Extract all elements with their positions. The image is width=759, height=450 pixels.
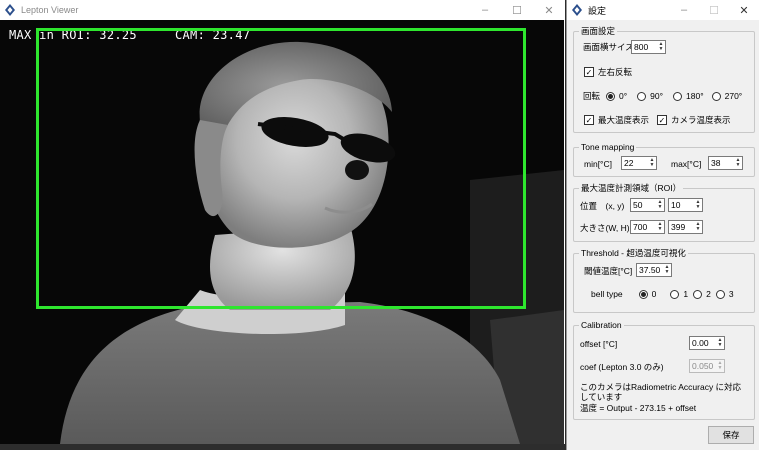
threshold-label: 閾値温度[°C] (584, 266, 633, 276)
bell-2-radio[interactable] (693, 289, 703, 299)
roi-pos-label: 位置 (x, y) (580, 201, 625, 211)
calibration-note-line2: しています (580, 392, 623, 402)
close-icon[interactable]: ✕ (729, 0, 759, 20)
threshold-spinbox[interactable]: 37.50 ▲ ▼ (636, 263, 672, 277)
threshold-group-title: Threshold - 超過温度可視化 (579, 248, 688, 259)
bell-0-label: 0 (651, 289, 657, 299)
settings-title: 設定 (588, 5, 607, 16)
minimize-icon[interactable]: – (669, 0, 699, 20)
settings-titlebar[interactable]: 設定 – ☐ ✕ (567, 0, 759, 20)
viewer-title: Lepton Viewer (21, 5, 79, 15)
show-cam-checkbox-row[interactable]: ✓ カメラ温度表示 (657, 114, 731, 126)
show-max-label: 最大温度表示 (598, 115, 650, 125)
rotation-label: 回転 (583, 91, 601, 101)
tone-min-label: min[°C] (584, 159, 612, 169)
minimize-icon[interactable]: – (469, 0, 501, 20)
rotation-180-label: 180° (686, 91, 704, 101)
tone-max-label: max[°C] (671, 159, 702, 169)
bell-type-row: bell type 0 1 2 3 (591, 289, 734, 299)
maximize-icon[interactable]: ☐ (699, 0, 729, 20)
width-spinbox[interactable]: 800 ▲ ▼ (631, 40, 666, 54)
bell-2-label: 2 (706, 289, 711, 299)
bell-type-label: bell type (591, 289, 623, 299)
calibration-formula: 温度 = Output - 273.15 + offset (580, 403, 697, 413)
bell-1-label: 1 (683, 289, 689, 299)
calibration-note-line1: このカメラはRadiometric Accuracy に対応 (580, 382, 742, 392)
flip-checkbox[interactable]: ✓ (584, 67, 594, 77)
settings-window: 設定 – ☐ ✕ 画面設定 画面横サイズ 800 ▲ ▼ ✓ 左右反転 回転 0°… (566, 0, 759, 450)
roi-group-title: 最大温度計測領域（ROI） (579, 183, 684, 194)
roi-x-spinbox[interactable]: 50 ▲ ▼ (630, 198, 665, 212)
roi-y-spinbox[interactable]: 10 ▲ ▼ (668, 198, 703, 212)
tone-min-spinbox[interactable]: 22 ▲ ▼ (621, 156, 657, 170)
roi-size-label: 大きさ(W, H) (580, 223, 630, 233)
tone-group-title: Tone mapping (579, 142, 637, 153)
display-group-title: 画面設定 (579, 26, 618, 37)
show-max-checkbox-row[interactable]: ✓ 最大温度表示 (584, 114, 649, 126)
bell-3-radio[interactable] (715, 289, 725, 299)
lepton-diamond-icon (572, 4, 582, 16)
coef-spinbox: 0.050 ▲ ▼ (689, 359, 725, 373)
roi-h-spinbox[interactable]: 399 ▲ ▼ (668, 220, 703, 234)
spin-arrows-icon[interactable]: ▲ ▼ (694, 221, 702, 233)
threshold-group: Threshold - 超過温度可視化 閾値温度[°C] 37.50 ▲ ▼ be… (573, 248, 755, 313)
rotation-180-radio[interactable] (673, 91, 683, 101)
viewer-titlebar[interactable]: Lepton Viewer – ☐ ✕ (0, 0, 565, 20)
lepton-viewer-window: Lepton Viewer – ☐ ✕ MAX in ROI: 32.25 CA… (0, 0, 565, 450)
spin-arrows-icon[interactable]: ▲ ▼ (663, 264, 671, 276)
save-button[interactable]: 保存 (708, 426, 754, 444)
thermal-camera-view[interactable]: MAX in ROI: 32.25 CAM: 23.47 (0, 20, 564, 444)
viewer-bottom-edge (0, 444, 565, 450)
rotation-row: 回転 0° 90° 180° 270° (583, 90, 742, 102)
roi-h-value: 399 (671, 222, 686, 232)
width-value: 800 (634, 42, 649, 52)
flip-checkbox-row[interactable]: ✓ 左右反転 (584, 66, 632, 78)
bell-0-radio[interactable] (638, 289, 648, 299)
spin-arrows-icon: ▲ ▼ (717, 360, 723, 371)
roi-w-value: 700 (633, 222, 648, 232)
rotation-270-radio[interactable] (711, 91, 721, 101)
spin-arrows-icon[interactable]: ▲ ▼ (648, 157, 656, 169)
tone-max-spinbox[interactable]: 38 ▲ ▼ (708, 156, 743, 170)
offset-label: offset [°C] (580, 339, 618, 349)
rotation-0-label: 0° (619, 91, 628, 101)
bell-3-label: 3 (728, 289, 734, 299)
spin-arrows-icon[interactable]: ▲ ▼ (694, 199, 702, 211)
coef-value: 0.050 (692, 361, 714, 371)
tone-max-value: 38 (711, 158, 721, 168)
rotation-90-label: 90° (650, 91, 664, 101)
tone-mapping-group: Tone mapping min[°C] 22 ▲ ▼ max[°C] 38 ▲ ▼ (573, 142, 755, 177)
coef-label: coef (Lepton 3.0 のみ) (580, 362, 664, 372)
close-icon[interactable]: ✕ (533, 0, 565, 20)
spin-arrows-icon[interactable]: ▲ ▼ (656, 221, 664, 233)
offset-spinbox[interactable]: 0.00 ▲ ▼ (689, 336, 725, 350)
calibration-group: Calibration offset [°C] 0.00 ▲ ▼ coef (Le… (573, 320, 755, 420)
maximize-icon[interactable]: ☐ (501, 0, 533, 20)
roi-w-spinbox[interactable]: 700 ▲ ▼ (630, 220, 665, 234)
lepton-diamond-icon (5, 4, 15, 16)
width-label: 画面横サイズ (583, 42, 634, 52)
spin-arrows-icon[interactable]: ▲ ▼ (716, 337, 724, 349)
show-cam-checkbox[interactable]: ✓ (657, 115, 667, 125)
rotation-270-label: 270° (724, 91, 743, 101)
roi-settings-group: 最大温度計測領域（ROI） 位置 (x, y) 50 ▲ ▼ 10 ▲ ▼ 大きさ(… (573, 183, 755, 242)
roi-y-value: 10 (671, 200, 681, 210)
show-max-checkbox[interactable]: ✓ (584, 115, 594, 125)
calibration-group-title: Calibration (579, 320, 624, 331)
roi-rectangle (36, 28, 526, 309)
spin-arrows-icon[interactable]: ▲ ▼ (656, 199, 664, 211)
flip-label: 左右反転 (598, 67, 633, 77)
roi-x-value: 50 (633, 200, 643, 210)
threshold-value: 37.50 (639, 265, 661, 275)
bell-1-radio[interactable] (670, 289, 680, 299)
rotation-0-radio[interactable] (606, 91, 616, 101)
show-cam-label: カメラ温度表示 (671, 115, 731, 125)
tone-min-value: 22 (624, 158, 634, 168)
spin-arrows-icon[interactable]: ▲ ▼ (657, 41, 665, 53)
spin-arrows-icon[interactable]: ▲ ▼ (734, 157, 742, 169)
rotation-90-radio[interactable] (637, 91, 647, 101)
offset-value: 0.00 (692, 338, 709, 348)
display-settings-group: 画面設定 画面横サイズ 800 ▲ ▼ ✓ 左右反転 回転 0° 90° 180°… (573, 26, 755, 133)
